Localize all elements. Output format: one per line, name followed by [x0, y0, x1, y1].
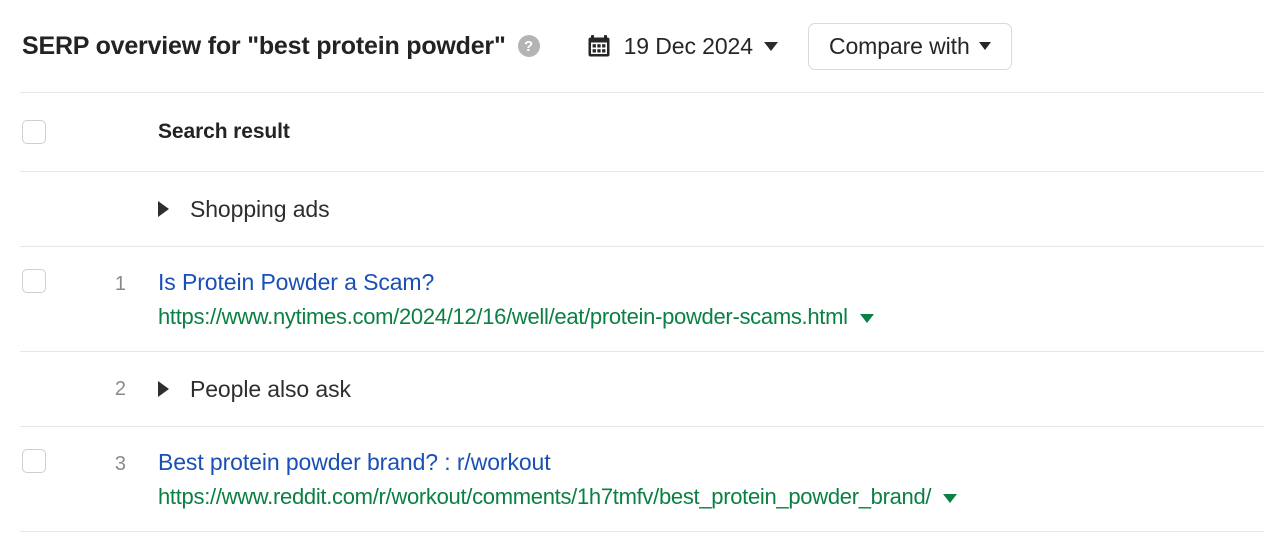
table-row: 3 Best protein powder brand? : r/workout… — [0, 427, 1264, 531]
checkbox-cell — [22, 269, 78, 293]
group-label: People also ask — [190, 375, 351, 402]
select-all-checkbox[interactable] — [22, 120, 46, 144]
rank-cell: 2 — [114, 378, 126, 400]
shopping-ads-group[interactable]: Shopping ads — [158, 196, 1264, 223]
group-cell: People also ask — [126, 376, 1264, 403]
compare-with-button[interactable]: Compare with — [807, 22, 1012, 70]
group-cell: Shopping ads — [126, 196, 1264, 223]
list-item[interactable]: 2 People also ask — [0, 352, 1264, 426]
checkbox-cell — [22, 449, 78, 473]
people-also-ask-group[interactable]: People also ask — [158, 376, 1264, 403]
help-icon[interactable]: ? — [517, 35, 540, 57]
list-item[interactable]: Shopping ads — [0, 172, 1264, 246]
chevron-down-icon[interactable] — [859, 313, 874, 323]
triangle-right-icon[interactable] — [158, 381, 169, 397]
table-row: 1 Is Protein Powder a Scam? https://www.… — [0, 247, 1264, 351]
date-picker[interactable]: 19 Dec 2024 — [587, 33, 778, 60]
result-url-row: https://www.reddit.com/r/workout/comment… — [158, 484, 1264, 509]
row-checkbox[interactable] — [22, 269, 46, 293]
rank-cell: 1 — [114, 273, 126, 295]
result-title-link[interactable]: Best protein powder brand? : r/workout — [158, 449, 1264, 475]
calendar-icon — [588, 35, 610, 57]
rank-cell: 3 — [114, 453, 126, 475]
select-all-cell — [22, 120, 78, 144]
triangle-right-icon[interactable] — [158, 201, 169, 217]
chevron-down-icon[interactable] — [943, 493, 958, 503]
divider — [20, 531, 1264, 532]
result-title-link[interactable]: Is Protein Powder a Scam? — [158, 269, 1264, 295]
search-result-column-header: Search result — [158, 120, 290, 143]
page-header: SERP overview for "best protein powder" … — [0, 0, 1264, 92]
result-cell: Is Protein Powder a Scam? https://www.ny… — [126, 269, 1264, 330]
group-label: Shopping ads — [190, 195, 330, 222]
result-url-row: https://www.nytimes.com/2024/12/16/well/… — [158, 304, 1264, 329]
compare-with-label: Compare with — [828, 32, 970, 59]
result-cell: Best protein powder brand? : r/workout h… — [126, 449, 1264, 510]
date-value: 19 Dec 2024 — [623, 32, 753, 59]
page-title: SERP overview for "best protein powder" — [22, 31, 506, 60]
chevron-down-icon — [763, 41, 778, 51]
chevron-down-icon — [978, 42, 991, 50]
search-result-header-cell: Search result — [126, 120, 1264, 144]
result-url-link[interactable]: https://www.reddit.com/r/workout/comment… — [158, 484, 932, 509]
table-header-row: Search result — [0, 93, 1264, 171]
result-url-link[interactable]: https://www.nytimes.com/2024/12/16/well/… — [158, 304, 848, 329]
row-checkbox[interactable] — [22, 449, 46, 473]
